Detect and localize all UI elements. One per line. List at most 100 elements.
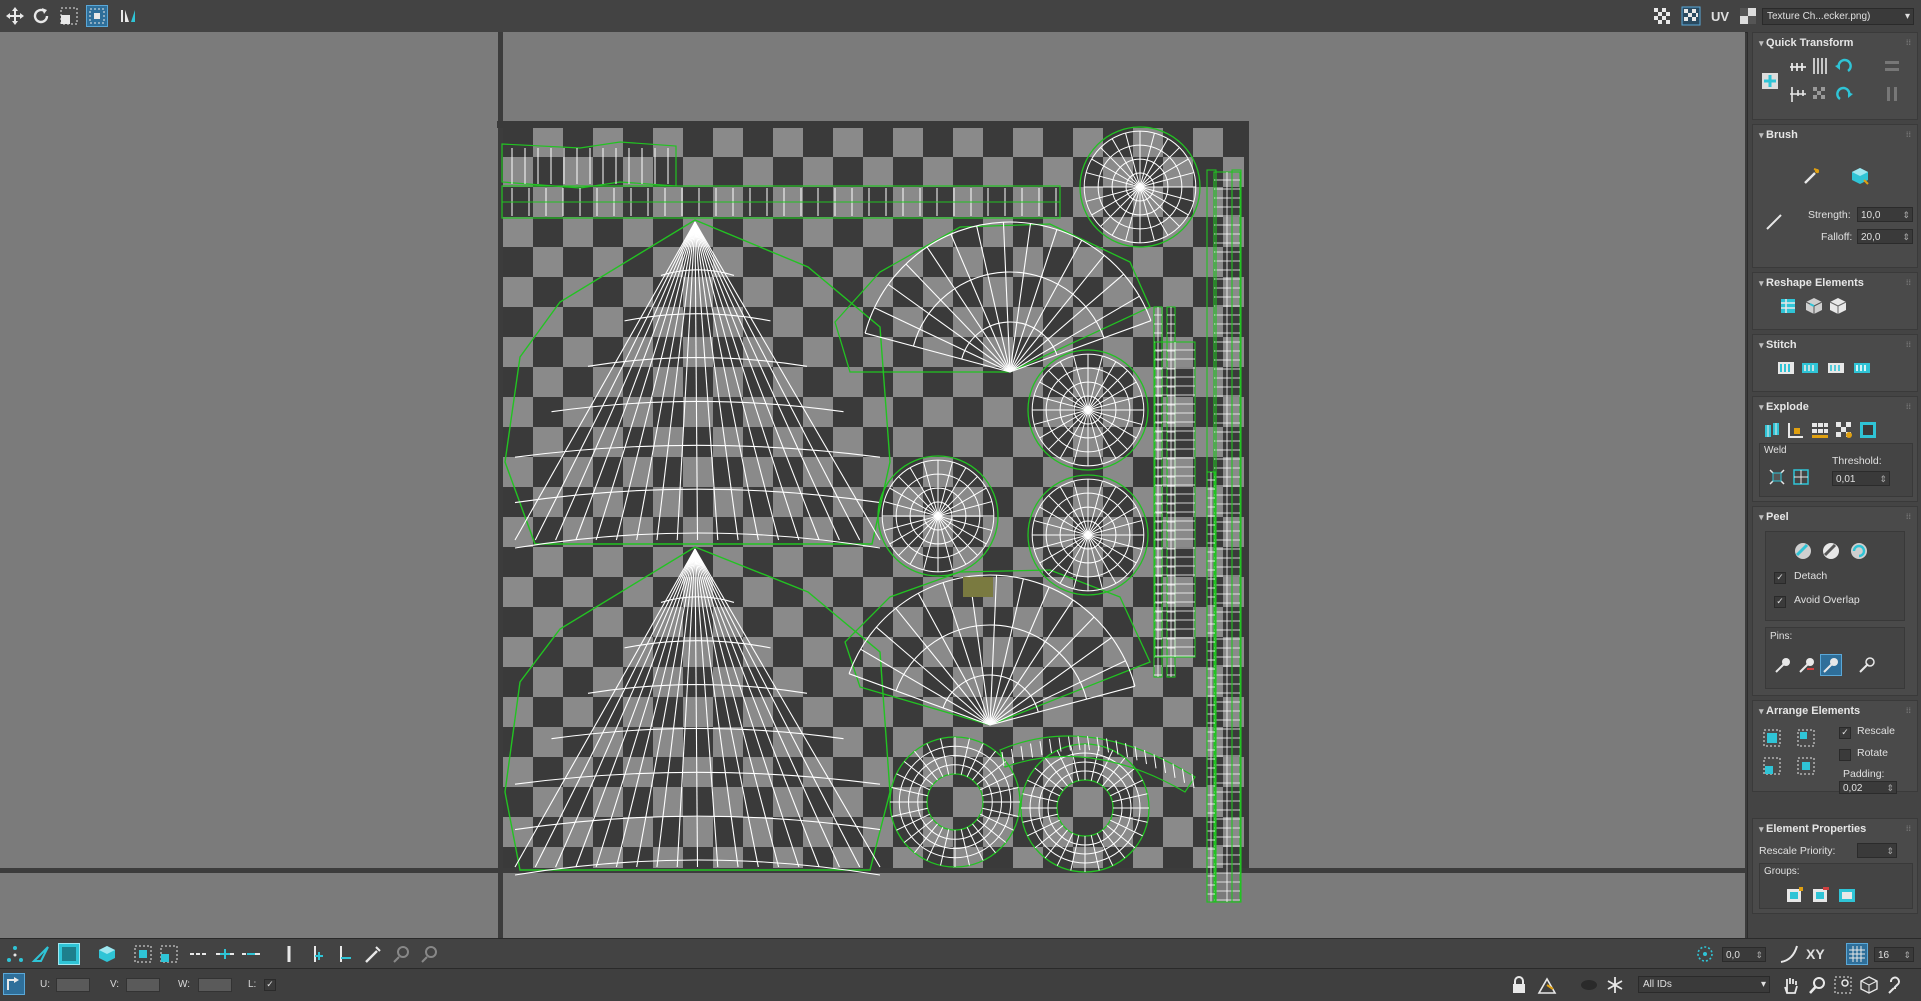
rotate-checkbox[interactable] xyxy=(1839,749,1851,761)
pin-auto-icon[interactable] xyxy=(1856,654,1878,676)
checker-off-icon[interactable] xyxy=(1651,5,1673,27)
rotate-icon[interactable] xyxy=(30,5,52,27)
rotate-ccw-icon[interactable] xyxy=(1833,55,1855,77)
flip-icon[interactable] xyxy=(1809,83,1831,105)
absolute-mode-icon[interactable] xyxy=(3,973,25,995)
vertex-mode-icon[interactable] xyxy=(4,943,26,965)
w-field[interactable] xyxy=(198,978,232,992)
select-grow-icon[interactable] xyxy=(132,943,154,965)
straighten-icon[interactable] xyxy=(1777,295,1799,317)
align-horizontal-icon[interactable] xyxy=(1787,55,1809,77)
rescale-checkbox[interactable]: ✓ xyxy=(1839,727,1851,739)
pinch-brush-icon[interactable] xyxy=(1763,211,1785,233)
edge-mode-icon[interactable] xyxy=(30,943,52,965)
relax-options-icon[interactable] xyxy=(1827,295,1849,317)
soft-selection-icon[interactable] xyxy=(1694,943,1716,965)
explode-title[interactable]: Explode xyxy=(1759,401,1809,413)
rescale-priority-spinner[interactable] xyxy=(1857,843,1897,859)
stitch-to-target-icon[interactable] xyxy=(1851,357,1873,379)
quick-option-b-icon[interactable] xyxy=(1881,83,1903,105)
explode-checker-icon[interactable] xyxy=(1833,419,1855,441)
rescale-elements-icon[interactable] xyxy=(1795,755,1817,777)
zoom-extents-icon[interactable] xyxy=(1858,974,1880,996)
pin-add-icon[interactable] xyxy=(1772,654,1794,676)
paint-shrink-icon[interactable] xyxy=(418,943,440,965)
align-center-icon[interactable] xyxy=(1759,70,1781,92)
scale-icon[interactable] xyxy=(58,5,80,27)
checker-on-icon[interactable] xyxy=(1680,5,1702,27)
group-add-icon[interactable] xyxy=(1836,884,1858,906)
paint-select-icon[interactable] xyxy=(362,943,384,965)
stitch-title[interactable]: Stitch xyxy=(1759,339,1797,351)
xy-label[interactable]: XY xyxy=(1806,946,1825,962)
ring-select-icon[interactable] xyxy=(278,943,300,965)
brush-title[interactable]: Brush xyxy=(1759,129,1798,141)
loop-select-icon[interactable] xyxy=(188,943,210,965)
explode-flatten-icon[interactable] xyxy=(1857,419,1879,441)
hide-icon[interactable] xyxy=(1578,974,1600,996)
weld-target-icon[interactable] xyxy=(1766,466,1788,488)
angle-spinner[interactable]: 0,0 xyxy=(1722,947,1766,963)
pin-edit-icon[interactable] xyxy=(1820,654,1842,676)
uv-layout-canvas[interactable] xyxy=(0,32,1745,938)
stitch-average-icon[interactable] xyxy=(1825,357,1847,379)
v-field[interactable] xyxy=(126,978,160,992)
loop-shrink-icon[interactable] xyxy=(240,943,262,965)
align-vertical-icon[interactable] xyxy=(1809,55,1831,77)
quick-option-a-icon[interactable] xyxy=(1881,55,1903,77)
polygon-mode-icon[interactable] xyxy=(58,943,80,965)
zoom-region-icon[interactable] xyxy=(1832,974,1854,996)
threshold-spinner[interactable]: 0,01 xyxy=(1832,471,1890,487)
ring-grow-icon[interactable] xyxy=(306,943,328,965)
falloff-curve-icon[interactable] xyxy=(1778,943,1800,965)
pack-together-icon[interactable] xyxy=(1761,755,1783,777)
rotate-cw-icon[interactable] xyxy=(1833,83,1855,105)
freeform-icon[interactable] xyxy=(86,5,108,27)
stitch-custom-icon[interactable] xyxy=(1775,357,1797,379)
explode-grid-icon[interactable] xyxy=(1809,419,1831,441)
peel-reset-icon[interactable] xyxy=(1848,540,1870,562)
padding-spinner[interactable]: 0,02 xyxy=(1839,781,1897,795)
break-icon[interactable] xyxy=(1761,419,1783,441)
move-icon[interactable] xyxy=(4,5,26,27)
element-properties-title[interactable]: Element Properties xyxy=(1759,823,1866,835)
group-select-icon[interactable] xyxy=(1784,884,1806,906)
filter-selected-icon[interactable] xyxy=(1536,974,1558,996)
grid-spinner[interactable]: 16 xyxy=(1874,947,1914,963)
falloff-spinner[interactable]: 20,0 xyxy=(1857,229,1913,245)
arrange-elements-title[interactable]: Arrange Elements xyxy=(1759,705,1860,717)
peel-title[interactable]: Peel xyxy=(1759,511,1789,523)
relax-icon[interactable] xyxy=(1803,295,1825,317)
lock-icon[interactable] xyxy=(1508,974,1530,996)
help-icon[interactable] xyxy=(1884,974,1906,996)
texture-checker-icon[interactable] xyxy=(1737,5,1759,27)
group-remove-icon[interactable] xyxy=(1810,884,1832,906)
loop-grow-icon[interactable] xyxy=(214,943,236,965)
pack-normalize-icon[interactable] xyxy=(1761,727,1783,749)
select-shrink-icon[interactable] xyxy=(158,943,180,965)
pin-remove-icon[interactable] xyxy=(1796,654,1818,676)
quick-transform-title[interactable]: Quick Transform xyxy=(1759,37,1853,49)
avoid-overlap-checkbox[interactable]: ✓ xyxy=(1774,596,1786,608)
element-mode-icon[interactable] xyxy=(96,943,118,965)
weld-selected-icon[interactable] xyxy=(1790,466,1812,488)
grid-snap-icon[interactable] xyxy=(1846,943,1868,965)
detach-checkbox[interactable]: ✓ xyxy=(1774,572,1786,584)
peel-mode-icon[interactable] xyxy=(1820,540,1842,562)
paint-grow-icon[interactable] xyxy=(390,943,412,965)
quick-peel-icon[interactable] xyxy=(1792,540,1814,562)
paint-brush-icon[interactable] xyxy=(1801,165,1823,187)
u-field[interactable] xyxy=(56,978,90,992)
pan-icon[interactable] xyxy=(1780,974,1802,996)
freeze-icon[interactable] xyxy=(1604,974,1626,996)
ids-select[interactable]: All IDs xyxy=(1638,976,1770,993)
mirror-icon[interactable] xyxy=(118,5,140,27)
stitch-to-source-icon[interactable] xyxy=(1799,357,1821,379)
detach-edge-icon[interactable] xyxy=(1785,419,1807,441)
strength-spinner[interactable]: 10,0 xyxy=(1857,207,1913,223)
l-checkbox[interactable]: ✓ xyxy=(264,979,276,991)
reshape-elements-title[interactable]: Reshape Elements xyxy=(1759,277,1864,289)
texture-select[interactable]: Texture Ch...ecker.png) xyxy=(1762,8,1914,25)
pack-custom-icon[interactable] xyxy=(1795,727,1817,749)
zoom-icon[interactable] xyxy=(1806,974,1828,996)
